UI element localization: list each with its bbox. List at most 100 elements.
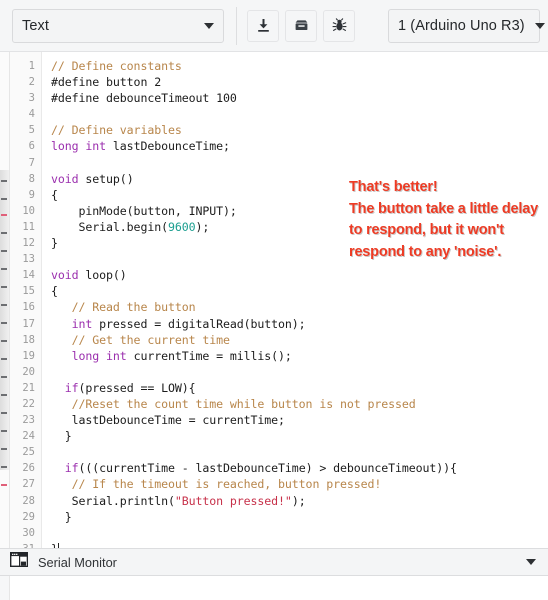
code-line[interactable]: if(((currentTime - lastDebounceTime) > d… bbox=[51, 460, 548, 476]
save-button[interactable] bbox=[285, 9, 317, 42]
code-line[interactable]: if(pressed == LOW){ bbox=[51, 380, 548, 396]
code-line[interactable] bbox=[51, 364, 548, 380]
line-number: 15 bbox=[22, 285, 35, 298]
code-token-plain: lastDebounceTime = currentTime; bbox=[51, 413, 285, 428]
code-line[interactable]: pinMode(button, INPUT); bbox=[51, 203, 548, 219]
code-line[interactable]: long int currentTime = millis(); bbox=[51, 348, 548, 364]
code-line[interactable]: long int lastDebounceTime; bbox=[51, 138, 548, 154]
code-line[interactable]: // If the timeout is reached, button pre… bbox=[51, 476, 548, 492]
code-content[interactable]: // Define constants #define button 2 #defi… bbox=[42, 52, 548, 548]
strip-marker bbox=[1, 466, 7, 468]
line-number: 14 bbox=[22, 269, 35, 282]
line-number: 27 bbox=[22, 478, 35, 491]
code-token-plain: } bbox=[51, 509, 72, 524]
code-line[interactable]: } bbox=[51, 541, 548, 548]
type-select[interactable]: Text bbox=[12, 8, 224, 43]
code-editor[interactable]: 1 2 3 4 5 6 7 8 9 10 11 12 13 14 15 16 17 18 19 20 21 22 23 24 2… bbox=[10, 52, 548, 548]
code-token-plain: loop() bbox=[78, 268, 127, 283]
code-line[interactable]: } bbox=[51, 235, 548, 251]
line-number: 23 bbox=[22, 414, 35, 427]
code-line[interactable]: #define debounceTimeout 100 bbox=[51, 90, 548, 106]
code-token-plain: Serial.println( bbox=[51, 493, 175, 508]
code-line[interactable]: lastDebounceTime = currentTime; bbox=[51, 412, 548, 428]
code-line[interactable]: #define button 2 bbox=[51, 74, 548, 90]
window-panel-icon bbox=[9, 551, 29, 572]
code-token-plain: (pressed == LOW){ bbox=[78, 380, 196, 395]
code-line[interactable]: } bbox=[51, 428, 548, 444]
code-token-comment: // Get the current time bbox=[71, 332, 230, 347]
code-line[interactable] bbox=[51, 106, 548, 122]
code-line[interactable]: // Read the button bbox=[51, 299, 548, 315]
code-token-keyword: void bbox=[51, 268, 79, 283]
strip-marker bbox=[1, 430, 7, 432]
code-token-plain: ); bbox=[195, 219, 210, 234]
code-token-keyword: int bbox=[71, 316, 93, 331]
code-line[interactable]: int pressed = digitalRead(button); bbox=[51, 316, 548, 332]
strip-marker bbox=[1, 286, 7, 288]
strip-marker bbox=[1, 304, 7, 306]
code-line[interactable]: } bbox=[51, 509, 548, 525]
code-token-plain: setup() bbox=[78, 171, 134, 186]
code-line[interactable]: // Define constants bbox=[51, 58, 548, 74]
code-token-comment: // If the timeout is reached, button pre… bbox=[71, 477, 382, 492]
line-number: 13 bbox=[22, 253, 35, 266]
code-line[interactable]: Serial.begin(9600); bbox=[51, 219, 548, 235]
chevron-down-icon[interactable] bbox=[526, 559, 536, 565]
line-number: 6 bbox=[28, 140, 35, 153]
line-number: 17 bbox=[22, 317, 35, 330]
code-token-plain: (((currentTime - lastDebounceTime) > deb… bbox=[78, 461, 458, 476]
strip-marker bbox=[1, 198, 7, 200]
line-number: 25 bbox=[22, 446, 35, 459]
line-number: 19 bbox=[22, 349, 35, 362]
code-line[interactable]: // Get the current time bbox=[51, 332, 548, 348]
archive-box-icon bbox=[293, 17, 310, 34]
code-line[interactable] bbox=[51, 155, 548, 171]
line-number: 3 bbox=[28, 92, 35, 105]
debug-button[interactable] bbox=[323, 9, 355, 42]
code-token-plain: ); bbox=[291, 493, 306, 508]
download-button[interactable] bbox=[247, 9, 279, 42]
arduino-ide-window: Text 1 (Arduino Uno R3) 1 2 3 4 5 6 7 8 … bbox=[0, 0, 548, 600]
code-line[interactable]: { bbox=[51, 187, 548, 203]
code-token-plain: currentTime = millis(); bbox=[126, 348, 292, 363]
code-token-plain: } bbox=[51, 429, 72, 444]
code-token-keyword: void bbox=[51, 171, 79, 186]
line-number: 7 bbox=[28, 156, 35, 169]
code-token-string: "Button pressed!" bbox=[174, 493, 292, 508]
code-line[interactable]: // Define variables bbox=[51, 122, 548, 138]
code-line[interactable]: Serial.println("Button pressed!"); bbox=[51, 493, 548, 509]
line-number: 4 bbox=[28, 108, 35, 121]
code-line[interactable] bbox=[51, 251, 548, 267]
code-token-comment: // Define variables bbox=[51, 123, 182, 138]
line-number: 28 bbox=[22, 494, 35, 507]
left-scroll-strip[interactable] bbox=[0, 52, 10, 548]
code-line[interactable] bbox=[51, 525, 548, 541]
strip-marker bbox=[1, 448, 7, 450]
code-line[interactable]: //Reset the count time while button is n… bbox=[51, 396, 548, 412]
strip-marker bbox=[1, 268, 7, 270]
code-line[interactable]: void setup() bbox=[51, 171, 548, 187]
code-line[interactable]: { bbox=[51, 283, 548, 299]
code-line[interactable] bbox=[51, 444, 548, 460]
code-token-number: 9600 bbox=[167, 219, 196, 234]
line-number: 5 bbox=[28, 124, 35, 137]
line-number: 2 bbox=[28, 76, 35, 89]
code-line[interactable]: void loop() bbox=[51, 267, 548, 283]
chevron-down-icon bbox=[534, 22, 545, 29]
line-number-gutter: 1 2 3 4 5 6 7 8 9 10 11 12 13 14 15 16 17 18 19 20 21 22 23 24 2… bbox=[10, 52, 42, 548]
board-select[interactable]: 1 (Arduino Uno R3) bbox=[388, 8, 545, 43]
line-number: 30 bbox=[22, 526, 35, 539]
line-number: 26 bbox=[22, 462, 35, 475]
code-token-plain: { bbox=[51, 187, 58, 202]
code-token-plain: #define debounceTimeout 100 bbox=[51, 91, 237, 106]
serial-monitor-bar[interactable]: Serial Monitor bbox=[0, 548, 548, 576]
serial-monitor-title: Serial Monitor bbox=[38, 554, 117, 570]
strip-marker bbox=[1, 484, 7, 486]
code-token-plain: #define button 2 bbox=[51, 75, 162, 90]
line-number: 12 bbox=[22, 237, 35, 250]
line-number: 8 bbox=[28, 172, 35, 185]
